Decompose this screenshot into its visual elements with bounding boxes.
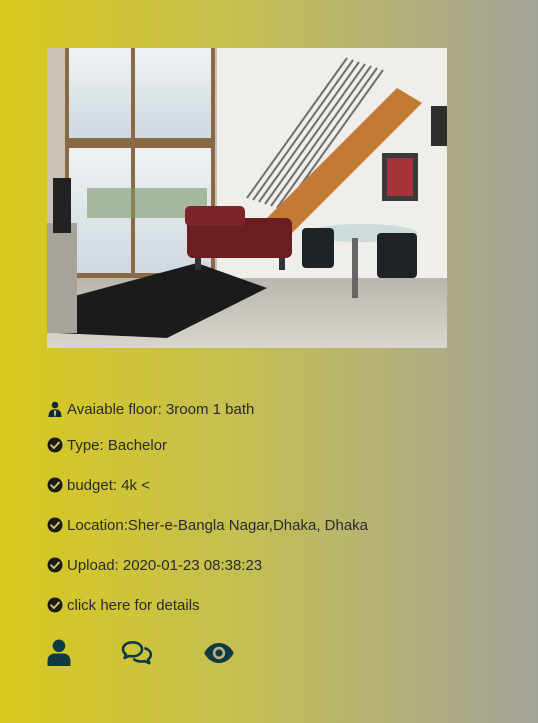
profile-button[interactable] <box>47 639 71 666</box>
details-link-text[interactable]: click here for details <box>67 597 200 614</box>
comments-icon <box>121 640 153 664</box>
view-button[interactable] <box>203 642 235 664</box>
user-tie-icon <box>47 401 63 417</box>
listing-photo <box>47 48 447 348</box>
check-circle-icon <box>47 477 63 493</box>
details-link[interactable]: click here for details <box>47 585 447 625</box>
detail-budget: budget: 4k < <box>47 465 447 505</box>
detail-floor-text: Avaiable floor: 3room 1 bath <box>67 400 255 418</box>
user-icon <box>47 639 71 666</box>
detail-upload: Upload: 2020-01-23 08:38:23 <box>47 545 447 585</box>
detail-upload-text: Upload: 2020-01-23 08:38:23 <box>67 556 263 574</box>
detail-type-text: Type: Bachelor <box>67 436 168 454</box>
action-bar <box>47 639 447 666</box>
check-circle-icon <box>47 437 63 453</box>
check-circle-icon <box>47 557 63 573</box>
detail-floor: Avaiable floor: 3room 1 bath <box>47 397 447 421</box>
detail-location-text: Location:Sher-e-Bangla Nagar,Dhaka, Dhak… <box>67 516 369 534</box>
detail-location: Location:Sher-e-Bangla Nagar,Dhaka, Dhak… <box>47 505 447 545</box>
eye-icon <box>204 642 234 663</box>
check-circle-icon <box>47 517 63 533</box>
message-button[interactable] <box>121 640 153 666</box>
listing-card: Avaiable floor: 3room 1 bath Type: Bache… <box>47 48 447 666</box>
detail-type: Type: Bachelor <box>47 425 447 465</box>
listing-details: Avaiable floor: 3room 1 bath Type: Bache… <box>47 397 447 666</box>
detail-budget-text: budget: 4k < <box>67 476 150 494</box>
check-circle-icon <box>47 597 63 613</box>
